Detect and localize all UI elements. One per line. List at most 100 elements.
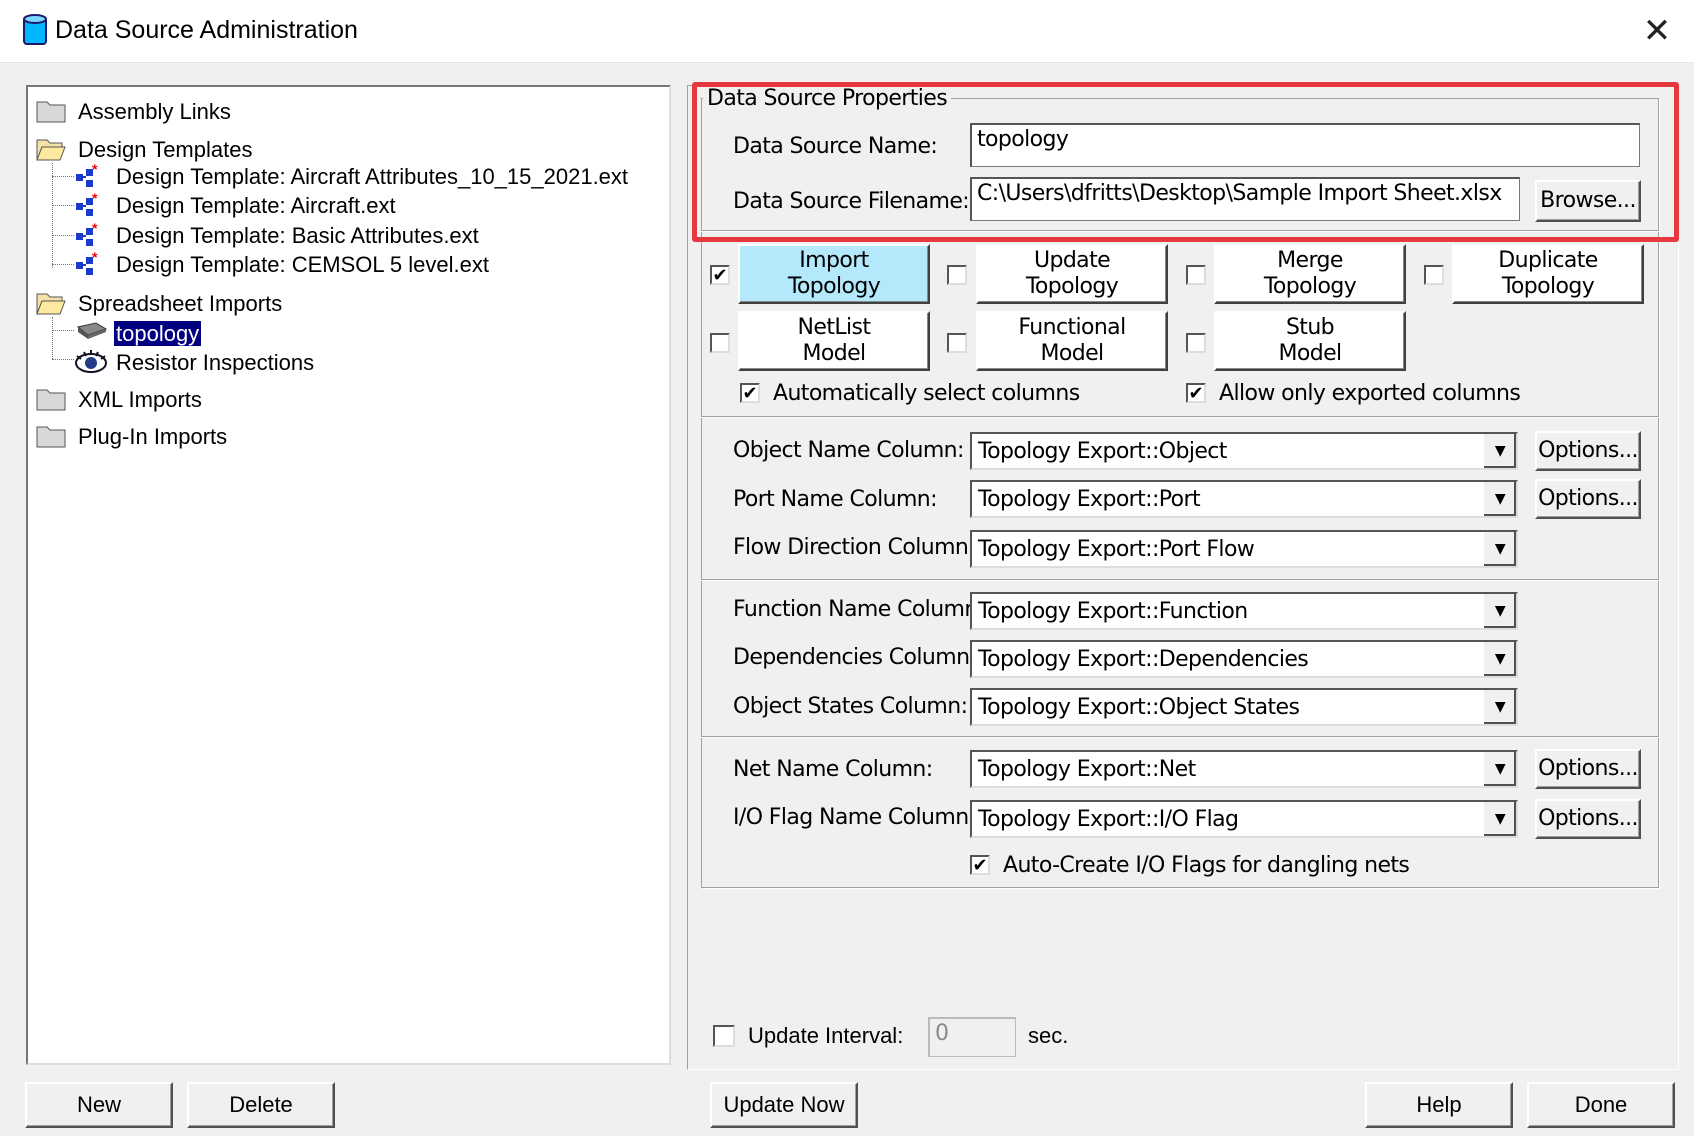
object-options-button[interactable]: Options... [1535, 431, 1641, 471]
select-value: Topology Export::Object [978, 439, 1227, 464]
select-value: Topology Export::Function [978, 599, 1248, 624]
io-flag-select[interactable]: Topology Export::I/O Flag ▼ [970, 800, 1518, 838]
merge-topology-option[interactable]: Merge Topology [1214, 244, 1406, 304]
divider [701, 416, 1659, 418]
eye-icon [75, 350, 107, 373]
exported-only-checkbox[interactable]: ✔ [1186, 383, 1206, 403]
tree-item-xml-imports[interactable]: XML Imports [78, 387, 202, 413]
functional-model-option[interactable]: Functional Model [976, 311, 1168, 371]
functional-model-checkbox[interactable] [947, 333, 967, 353]
merge-topology-checkbox[interactable] [1186, 265, 1206, 285]
select-value: Topology Export::Dependencies [978, 647, 1309, 672]
update-interval-label: Update Interval: [748, 1023, 904, 1048]
tree-item-design-templates[interactable]: Design Templates [78, 137, 252, 163]
database-icon [23, 14, 47, 45]
folder-icon [36, 389, 66, 411]
mode-label: Update [1033, 248, 1111, 273]
import-topology-option[interactable]: Import Topology [738, 244, 930, 304]
update-interval-input[interactable]: 0 [928, 1017, 1016, 1057]
port-options-button[interactable]: Options... [1535, 479, 1641, 519]
function-name-label: Function Name Column: [733, 597, 985, 622]
object-name-select[interactable]: Topology Export::Object ▼ [970, 432, 1518, 470]
update-topology-checkbox[interactable] [947, 265, 967, 285]
chevron-down-icon[interactable]: ▼ [1482, 752, 1516, 786]
template-icon: * [76, 163, 98, 187]
mode-label: Topology [1263, 274, 1357, 299]
data-source-tree[interactable]: Assembly Links Design Templates * Design… [26, 85, 671, 1065]
flow-direction-label: Flow Direction Column: [733, 535, 976, 560]
mode-label: Topology [1025, 274, 1119, 299]
auto-create-label: Auto-Create I/O Flags for dangling nets [1003, 853, 1410, 878]
import-topology-checkbox[interactable]: ✔ [710, 265, 730, 285]
port-name-label: Port Name Column: [733, 487, 938, 512]
chevron-down-icon[interactable]: ▼ [1482, 532, 1516, 566]
open-folder-icon [36, 293, 66, 315]
delete-button[interactable]: Delete [187, 1082, 335, 1128]
object-states-select[interactable]: Topology Export::Object States ▼ [970, 688, 1518, 726]
auto-select-label: Automatically select columns [773, 381, 1080, 406]
folder-icon [36, 101, 66, 123]
net-options-button[interactable]: Options... [1535, 749, 1641, 789]
netlist-model-checkbox[interactable] [710, 333, 730, 353]
stub-model-option[interactable]: Stub Model [1214, 311, 1406, 371]
mode-label: Import [799, 248, 869, 273]
stub-model-checkbox[interactable] [1186, 333, 1206, 353]
mode-label: Topology [1501, 274, 1595, 299]
select-value: Topology Export::Net [978, 757, 1196, 782]
select-value: Topology Export::I/O Flag [978, 807, 1239, 832]
duplicate-topology-option[interactable]: Duplicate Topology [1452, 244, 1644, 304]
update-interval-checkbox[interactable] [713, 1025, 735, 1047]
chip-icon [76, 322, 108, 339]
io-flag-options-button[interactable]: Options... [1535, 799, 1641, 839]
tree-item-template[interactable]: Design Template: Basic Attributes.ext [116, 223, 479, 249]
template-icon: * [76, 192, 98, 216]
object-states-label: Object States Column: [733, 694, 968, 719]
tree-item-spreadsheet[interactable]: Resistor Inspections [116, 350, 314, 376]
auto-select-checkbox[interactable]: ✔ [740, 383, 760, 403]
netlist-model-option[interactable]: NetList Model [738, 311, 930, 371]
auto-create-checkbox[interactable]: ✔ [970, 855, 990, 875]
function-name-select[interactable]: Topology Export::Function ▼ [970, 592, 1518, 630]
mode-label: Model [802, 341, 866, 366]
mode-label: Topology [787, 274, 881, 299]
tree-item-template[interactable]: Design Template: Aircraft.ext [116, 193, 396, 219]
update-topology-option[interactable]: Update Topology [976, 244, 1168, 304]
port-name-select[interactable]: Topology Export::Port ▼ [970, 480, 1518, 518]
new-button[interactable]: New [25, 1082, 173, 1128]
dependencies-label: Dependencies Column: [733, 645, 977, 670]
mode-label: Duplicate [1498, 248, 1598, 273]
tree-item-plugin-imports[interactable]: Plug-In Imports [78, 424, 227, 450]
done-button[interactable]: Done [1527, 1082, 1675, 1128]
duplicate-topology-checkbox[interactable] [1424, 265, 1444, 285]
divider [701, 736, 1659, 738]
window-title: Data Source Administration [55, 16, 358, 44]
io-flag-label: I/O Flag Name Column: [733, 805, 976, 830]
dependencies-select[interactable]: Topology Export::Dependencies ▼ [970, 640, 1518, 678]
chevron-down-icon[interactable]: ▼ [1482, 690, 1516, 724]
svg-text:*: * [92, 163, 98, 177]
svg-text:*: * [92, 222, 98, 236]
exported-only-label: Allow only exported columns [1219, 381, 1521, 406]
tree-item-template[interactable]: Design Template: Aircraft Attributes_10_… [116, 164, 628, 190]
chevron-down-icon[interactable]: ▼ [1482, 482, 1516, 516]
net-name-select[interactable]: Topology Export::Net ▼ [970, 750, 1518, 788]
select-value: Topology Export::Object States [978, 695, 1300, 720]
tree-item-spreadsheet-imports[interactable]: Spreadsheet Imports [78, 291, 282, 317]
flow-direction-select[interactable]: Topology Export::Port Flow ▼ [970, 530, 1518, 568]
help-button[interactable]: Help [1365, 1082, 1513, 1128]
title-bar: Data Source Administration ✕ [0, 0, 1694, 63]
tree-item-assembly-links[interactable]: Assembly Links [78, 99, 231, 125]
close-button[interactable]: ✕ [1632, 8, 1682, 54]
chevron-down-icon[interactable]: ▼ [1482, 802, 1516, 836]
tree-item-template[interactable]: Design Template: CEMSOL 5 level.ext [116, 252, 489, 278]
open-folder-icon [36, 139, 66, 161]
chevron-down-icon[interactable]: ▼ [1482, 594, 1516, 628]
mode-label: Stub [1285, 315, 1335, 340]
update-interval-unit: sec. [1028, 1023, 1069, 1048]
chevron-down-icon[interactable]: ▼ [1482, 642, 1516, 676]
update-now-button[interactable]: Update Now [710, 1082, 858, 1128]
mode-label: Merge [1277, 248, 1343, 273]
select-value: Topology Export::Port Flow [978, 537, 1255, 562]
tree-item-spreadsheet[interactable]: topology [114, 321, 202, 346]
chevron-down-icon[interactable]: ▼ [1482, 434, 1516, 468]
